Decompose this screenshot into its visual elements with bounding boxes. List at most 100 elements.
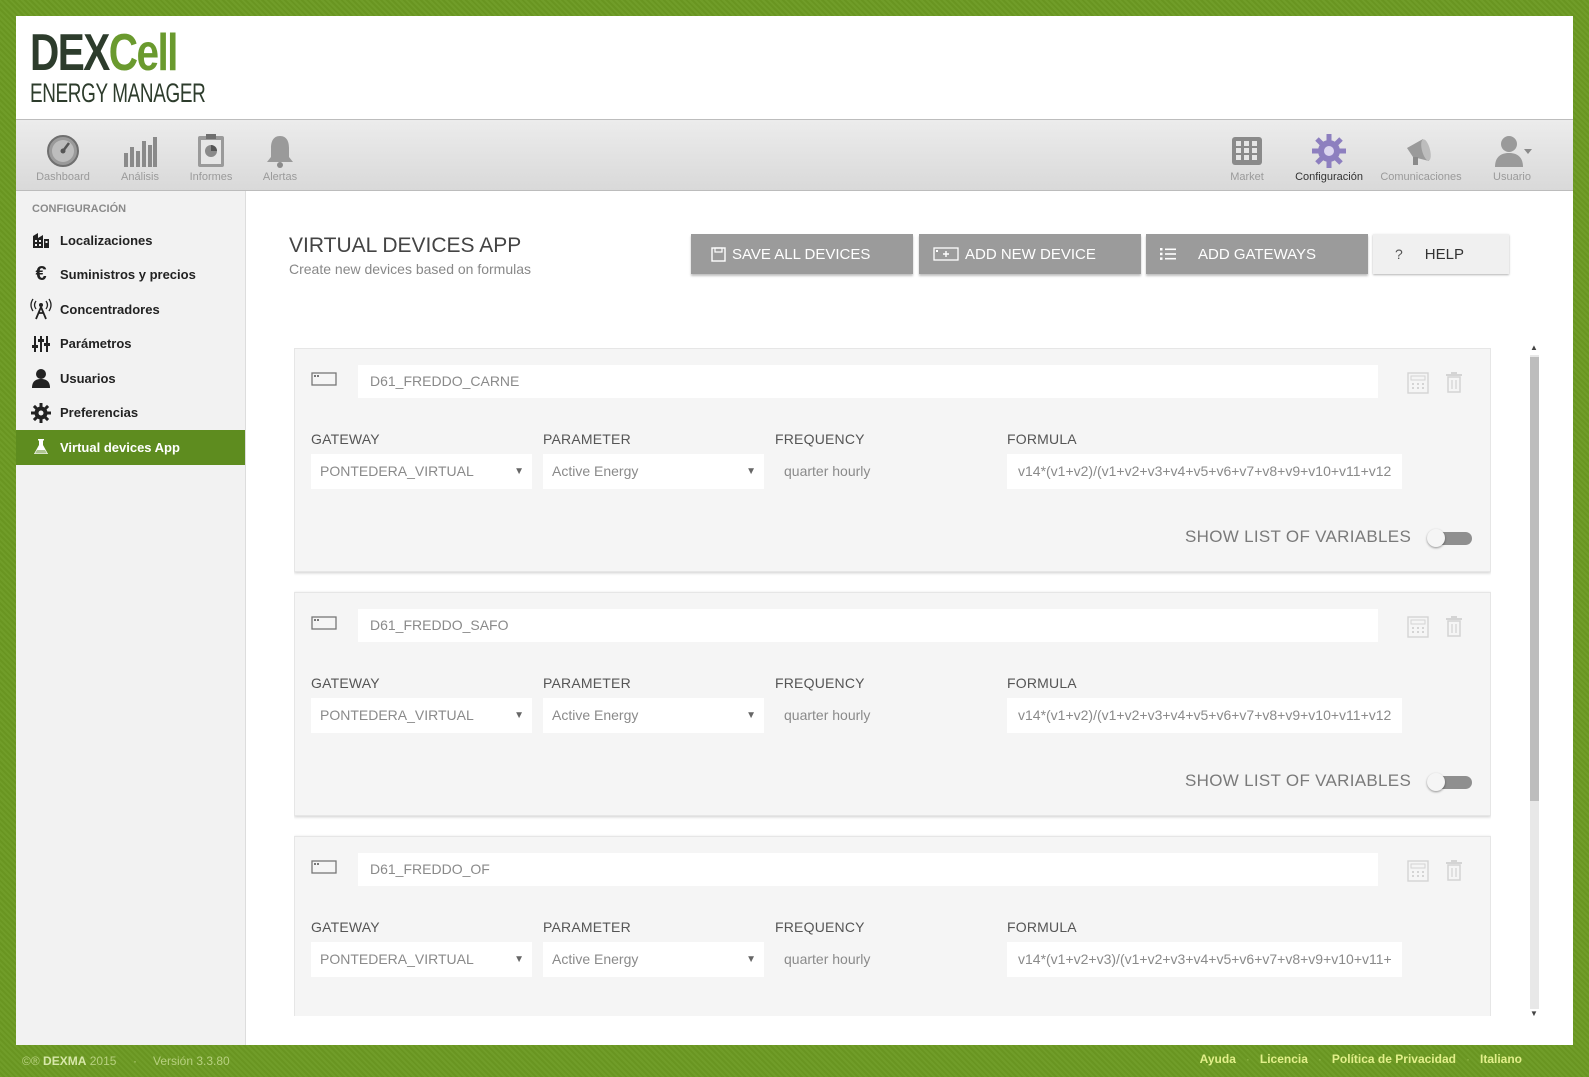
calculator-icon[interactable] bbox=[1407, 616, 1429, 638]
question-icon: ? bbox=[1395, 246, 1403, 262]
scroll-up-arrow[interactable]: ▲ bbox=[1530, 343, 1538, 352]
footer-link-privacidad[interactable]: Política de Privacidad bbox=[1332, 1052, 1456, 1066]
bell-icon bbox=[267, 136, 293, 168]
footer-separator: · bbox=[133, 1054, 137, 1068]
copyright-symbol: ©® bbox=[22, 1054, 40, 1068]
formula-label: FORMULA bbox=[1007, 919, 1077, 935]
bar-chart-icon bbox=[124, 137, 157, 167]
user-icon bbox=[32, 369, 50, 389]
parameter-select[interactable]: Active Energy ▼ bbox=[543, 454, 764, 489]
parameter-select[interactable]: Active Energy ▼ bbox=[543, 942, 764, 977]
nav-label: Alertas bbox=[262, 171, 298, 183]
gateway-label: GATEWAY bbox=[311, 919, 380, 935]
button-label: ADD GATEWAYS bbox=[1198, 245, 1317, 263]
nav-label: Market bbox=[1230, 171, 1264, 183]
nav-alertas[interactable]: Alertas bbox=[252, 120, 308, 190]
help-button[interactable]: ? HELP bbox=[1373, 234, 1509, 274]
footer: ©® DEXMA 2015 · Versión 3.3.80 Ayuda · Li… bbox=[0, 1045, 1589, 1077]
add-device-icon bbox=[933, 247, 959, 261]
main-navbar: Dashboard Análisis Informes Alertas Mark… bbox=[16, 120, 1573, 191]
gateway-select[interactable]: PONTEDERA_VIRTUAL ▼ bbox=[311, 698, 532, 733]
save-all-devices-button[interactable]: SAVE ALL DEVICES bbox=[691, 234, 913, 274]
show-variables-toggle[interactable] bbox=[1427, 529, 1472, 547]
logo-subtitle: ENERGY MANAGER bbox=[30, 78, 206, 108]
footer-link-licencia[interactable]: Licencia bbox=[1260, 1052, 1308, 1066]
add-gateways-button[interactable]: ADD GATEWAYS bbox=[1146, 234, 1368, 274]
show-variables-toggle[interactable] bbox=[1427, 773, 1472, 791]
dashboard-gauge-icon bbox=[47, 135, 79, 167]
nav-market[interactable]: Market bbox=[1218, 120, 1276, 190]
gateway-select[interactable]: PONTEDERA_VIRTUAL ▼ bbox=[311, 942, 532, 977]
device-name-input[interactable]: D61_FREDDO_SAFO bbox=[358, 609, 1378, 642]
footer-separator: · bbox=[1245, 1052, 1250, 1066]
flask-icon bbox=[34, 439, 48, 455]
sidebar-item-label: Concentradores bbox=[60, 301, 160, 317]
sidebar-item-concentradores[interactable]: Concentradores bbox=[16, 292, 245, 327]
sidebar-item-label: Parámetros bbox=[60, 336, 132, 352]
nav-dashboard[interactable]: Dashboard bbox=[30, 120, 96, 190]
footer-separator: · bbox=[1465, 1052, 1470, 1066]
button-label: HELP bbox=[1424, 245, 1464, 263]
sidebar-item-parametros[interactable]: Parámetros bbox=[16, 327, 245, 362]
sidebar-title: CONFIGURACIÓN bbox=[32, 203, 127, 215]
nav-label: Análisis bbox=[121, 171, 159, 183]
header: DEXCell ENERGY MANAGER bbox=[16, 16, 1573, 120]
dexcell-logo[interactable]: DEXCell ENERGY MANAGER bbox=[30, 27, 281, 109]
device-card: D61_FREDDO_CARNE GATEWAY PARAMETER FREQU… bbox=[294, 348, 1491, 572]
page-subtitle: Create new devices based on formulas bbox=[289, 261, 532, 277]
footer-link-idioma[interactable]: Italiano bbox=[1480, 1052, 1522, 1066]
nav-configuracion[interactable]: Configuración bbox=[1288, 120, 1370, 190]
sidebar-item-usuarios[interactable]: Usuarios bbox=[16, 361, 245, 396]
gear-icon bbox=[1312, 134, 1346, 168]
trash-icon[interactable] bbox=[1445, 859, 1463, 881]
sidebar-item-virtual-devices[interactable]: Virtual devices App bbox=[16, 430, 245, 465]
footer-year: 2015 bbox=[89, 1054, 117, 1068]
nav-comunicaciones[interactable]: Comunicaciones bbox=[1376, 120, 1466, 190]
gear-icon bbox=[31, 402, 51, 423]
formula-input[interactable]: v14*(v1+v2)/(v1+v2+v3+v4+v5+v6+v7+v8+v9+… bbox=[1007, 454, 1402, 489]
nav-analisis[interactable]: Análisis bbox=[108, 120, 172, 190]
show-variables-label: SHOW LIST OF VARIABLES bbox=[1185, 527, 1412, 546]
page-title: VIRTUAL DEVICES APP bbox=[289, 234, 522, 257]
frequency-value: quarter hourly bbox=[784, 463, 871, 479]
button-label: SAVE ALL DEVICES bbox=[732, 245, 871, 263]
scroll-thumb[interactable] bbox=[1530, 357, 1539, 801]
chevron-down-icon: ▼ bbox=[514, 466, 524, 477]
device-card: D61_FREDDO_OF GATEWAY PARAMETER FREQUENC… bbox=[294, 836, 1491, 1016]
calculator-icon[interactable] bbox=[1407, 372, 1429, 394]
parameter-value: Active Energy bbox=[552, 707, 639, 723]
sidebar-item-preferencias[interactable]: Preferencias bbox=[16, 396, 245, 431]
sidebar-item-localizaciones[interactable]: Localizaciones bbox=[16, 223, 245, 258]
calculator-icon[interactable] bbox=[1407, 860, 1429, 882]
device-list-scrollbar[interactable]: ▲ ▼ bbox=[1526, 343, 1540, 1021]
parameter-label: PARAMETER bbox=[543, 431, 631, 447]
trash-icon[interactable] bbox=[1445, 615, 1463, 637]
parameter-label: PARAMETER bbox=[543, 919, 631, 935]
antenna-icon bbox=[30, 298, 52, 320]
sliders-icon bbox=[32, 335, 50, 352]
device-name-input[interactable]: D61_FREDDO_OF bbox=[358, 853, 1378, 886]
sidebar-item-suministros[interactable]: € Suministros y precios bbox=[16, 258, 245, 293]
nav-usuario[interactable]: Usuario bbox=[1482, 120, 1542, 190]
gateway-value: PONTEDERA_VIRTUAL bbox=[320, 707, 474, 723]
nav-informes[interactable]: Informes bbox=[179, 120, 243, 190]
trash-icon[interactable] bbox=[1445, 371, 1463, 393]
gateway-value: PONTEDERA_VIRTUAL bbox=[320, 463, 474, 479]
sidebar-item-label: Suministros y precios bbox=[60, 267, 196, 283]
device-name-input[interactable]: D61_FREDDO_CARNE bbox=[358, 365, 1378, 398]
clipboard-chart-icon bbox=[198, 134, 224, 167]
logo-dex: DEX bbox=[30, 24, 110, 82]
sidebar-item-label: Virtual devices App bbox=[60, 439, 180, 455]
formula-input[interactable]: v14*(v1+v2)/(v1+v2+v3+v4+v5+v6+v7+v8+v9+… bbox=[1007, 698, 1402, 733]
parameter-select[interactable]: Active Energy ▼ bbox=[543, 698, 764, 733]
chevron-down-icon: ▼ bbox=[746, 710, 756, 721]
chevron-down-icon: ▼ bbox=[514, 710, 524, 721]
nav-label: Dashboard bbox=[36, 171, 90, 183]
footer-links: Ayuda · Licencia · Política de Privacida… bbox=[1200, 1052, 1522, 1066]
formula-input[interactable]: v14*(v1+v2+v3)/(v1+v2+v3+v4+v5+v6+v7+v8+… bbox=[1007, 942, 1402, 977]
gateway-select[interactable]: PONTEDERA_VIRTUAL ▼ bbox=[311, 454, 532, 489]
add-new-device-button[interactable]: ADD NEW DEVICE bbox=[919, 234, 1141, 274]
footer-link-ayuda[interactable]: Ayuda bbox=[1200, 1052, 1236, 1066]
parameter-value: Active Energy bbox=[552, 463, 639, 479]
scroll-down-arrow[interactable]: ▼ bbox=[1530, 1009, 1538, 1018]
